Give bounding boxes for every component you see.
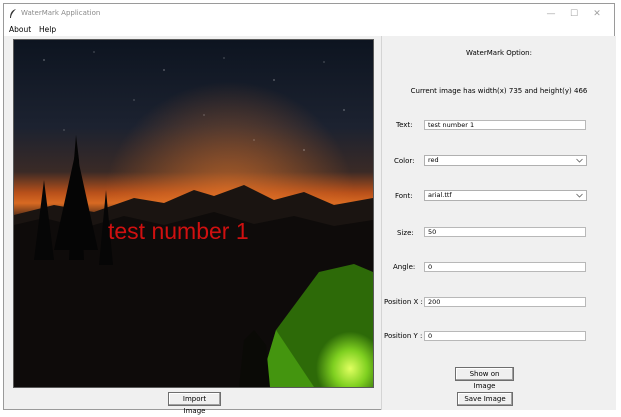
position-y-label: Position Y : [384,332,423,340]
angle-field[interactable]: 0 [424,262,586,272]
chevron-down-icon [576,158,583,163]
image-preview: test number 1 [13,39,374,388]
size-label: Size: [397,229,414,237]
color-value: red [428,156,439,164]
text-label: Text: [396,121,413,129]
menu-about[interactable]: About [9,25,31,34]
text-field[interactable]: test number 1 [424,120,586,130]
show-on-image-button[interactable]: Show on Image [455,367,514,390]
font-label: Font: [395,192,413,200]
import-image-button[interactable]: Import Image [168,392,221,415]
position-x-field[interactable]: 200 [424,297,586,307]
save-image-button[interactable]: Save Image [457,392,513,406]
maximize-button[interactable]: ☐ [567,7,581,21]
chevron-down-icon [576,193,583,198]
window-title: WaterMark Application [21,9,101,17]
menu-bar: About Help [4,24,614,36]
menu-help[interactable]: Help [39,25,56,34]
font-dropdown[interactable]: arial.ttf [424,190,587,201]
position-x-label: Position X : [384,298,423,306]
angle-label: Angle: [393,263,416,271]
minimize-button[interactable]: — [544,7,558,21]
feather-icon [10,9,16,18]
size-field[interactable]: 50 [424,227,586,237]
close-button[interactable]: ✕ [590,7,604,21]
image-size-info: Current image has width(x) 735 and heigh… [410,87,588,95]
title-bar: WaterMark Application — ☐ ✕ [4,4,614,24]
night-landscape-image [14,40,373,387]
color-dropdown[interactable]: red [424,155,587,166]
app-window: WaterMark Application — ☐ ✕ About Help t… [3,3,616,415]
color-label: Color: [394,157,415,165]
watermark-text: test number 1 [108,218,249,244]
font-value: arial.ttf [428,191,452,199]
position-y-field[interactable]: 0 [424,331,586,341]
options-panel: WaterMark Option: Current image has widt… [382,36,616,410]
panel-title: WaterMark Option: [466,49,532,57]
